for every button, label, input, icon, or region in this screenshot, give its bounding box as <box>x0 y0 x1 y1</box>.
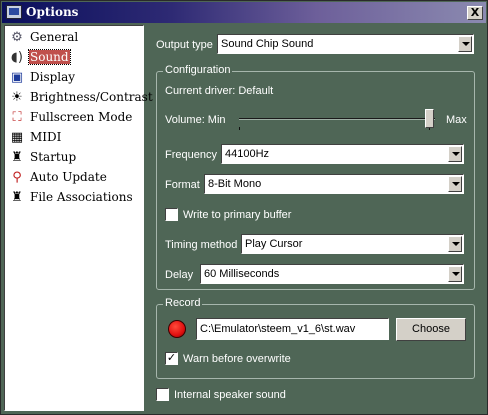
format-select[interactable]: 8-Bit Mono <box>204 174 464 194</box>
warn-overwrite-label: Warn before overwrite <box>183 353 291 365</box>
record-group <box>156 304 475 379</box>
general-icon: ⚙ <box>11 30 23 45</box>
write-primary-checkbox[interactable] <box>165 208 178 221</box>
close-button[interactable]: X <box>467 6 483 20</box>
frequency-select[interactable]: 44100Hz <box>221 144 464 164</box>
record-path-value: C:\Emulator\steem_v1_6\st.wav <box>200 323 356 335</box>
write-primary-label: Write to primary buffer <box>183 209 292 221</box>
nav-item-label: File Associations <box>30 190 133 204</box>
joystick-icon: ♜ <box>11 150 23 165</box>
nav-item-label: Brightness/Contrast <box>30 90 153 104</box>
nav-item-general[interactable]: ⚙ General <box>7 28 141 48</box>
fullscreen-icon: ⛶ <box>12 110 22 125</box>
choose-button[interactable]: Choose <box>396 318 466 341</box>
output-type-value: Sound Chip Sound <box>221 38 314 50</box>
nav-item-fullscreen[interactable]: ⛶ Fullscreen Mode <box>7 108 141 128</box>
monitor-icon: ▣ <box>10 70 24 85</box>
nav-item-label: Sound <box>28 49 71 65</box>
timing-method-select[interactable]: Play Cursor <box>241 234 464 254</box>
sun-icon: ☀ <box>11 90 23 105</box>
nav-item-label: Display <box>30 70 76 84</box>
speaker-icon: ◖) <box>11 50 23 65</box>
nav-item-label: Fullscreen Mode <box>30 110 133 124</box>
midi-keyboard-icon: ▦ <box>10 130 24 145</box>
format-label: Format <box>165 179 200 191</box>
delay-value: 60 Milliseconds <box>204 268 280 280</box>
timing-method-label: Timing method <box>165 239 238 251</box>
volume-max-label: Max <box>446 114 467 126</box>
volume-slider-track[interactable] <box>239 118 435 120</box>
record-path-field[interactable]: C:\Emulator\steem_v1_6\st.wav <box>196 318 389 340</box>
delay-select[interactable]: 60 Milliseconds <box>200 264 464 284</box>
volume-tick <box>239 127 240 130</box>
nav-item-label: General <box>30 30 79 44</box>
nav-item-auto-update[interactable]: ⚲ Auto Update <box>7 168 141 188</box>
current-driver-text: Current driver: Default <box>165 85 274 97</box>
window-title: Options <box>26 5 79 19</box>
joystick-icon: ♜ <box>11 190 23 205</box>
pushpin-icon: ⚲ <box>12 170 22 185</box>
nav-item-file-associations[interactable]: ♜ File Associations <box>7 188 141 208</box>
delay-label: Delay <box>165 269 194 281</box>
chevron-down-icon[interactable] <box>448 266 462 282</box>
record-icon[interactable] <box>168 320 186 338</box>
nav-item-label: Startup <box>30 150 77 164</box>
nav-item-display[interactable]: ▣ Display <box>7 68 141 88</box>
chevron-down-icon[interactable] <box>448 146 462 162</box>
options-window: Options X ⚙ General ◖) Sound ▣ Display ☀… <box>0 0 488 415</box>
nav-item-startup[interactable]: ♜ Startup <box>7 148 141 168</box>
nav-item-label: MIDI <box>30 130 62 144</box>
internal-speaker-label: Internal speaker sound <box>174 389 286 401</box>
record-title: Record <box>163 297 203 309</box>
configuration-title: Configuration <box>163 64 233 76</box>
output-type-label: Output type <box>156 39 213 51</box>
options-nav-list[interactable]: ⚙ General ◖) Sound ▣ Display ☀ Brightnes… <box>4 25 153 411</box>
chevron-down-icon[interactable] <box>448 236 462 252</box>
app-icon <box>6 5 22 19</box>
volume-min-label: Volume: Min <box>165 114 226 126</box>
nav-item-sound[interactable]: ◖) Sound <box>7 48 141 68</box>
internal-speaker-checkbox[interactable] <box>156 388 169 401</box>
warn-overwrite-checkbox[interactable]: ✓ <box>165 352 178 365</box>
output-type-select[interactable]: Sound Chip Sound <box>217 34 474 54</box>
title-bar[interactable]: Options X <box>2 2 486 23</box>
volume-slider-thumb[interactable] <box>425 109 434 128</box>
chevron-down-icon[interactable] <box>458 36 472 52</box>
nav-item-brightness[interactable]: ☀ Brightness/Contrast <box>7 88 152 108</box>
nav-item-label: Auto Update <box>30 170 107 184</box>
nav-item-midi[interactable]: ▦ MIDI <box>7 128 141 148</box>
timing-method-value: Play Cursor <box>245 238 303 250</box>
frequency-label: Frequency <box>165 149 217 161</box>
frequency-value: 44100Hz <box>225 148 270 160</box>
format-value: 8-Bit Mono <box>208 178 262 190</box>
chevron-down-icon[interactable] <box>448 176 462 192</box>
